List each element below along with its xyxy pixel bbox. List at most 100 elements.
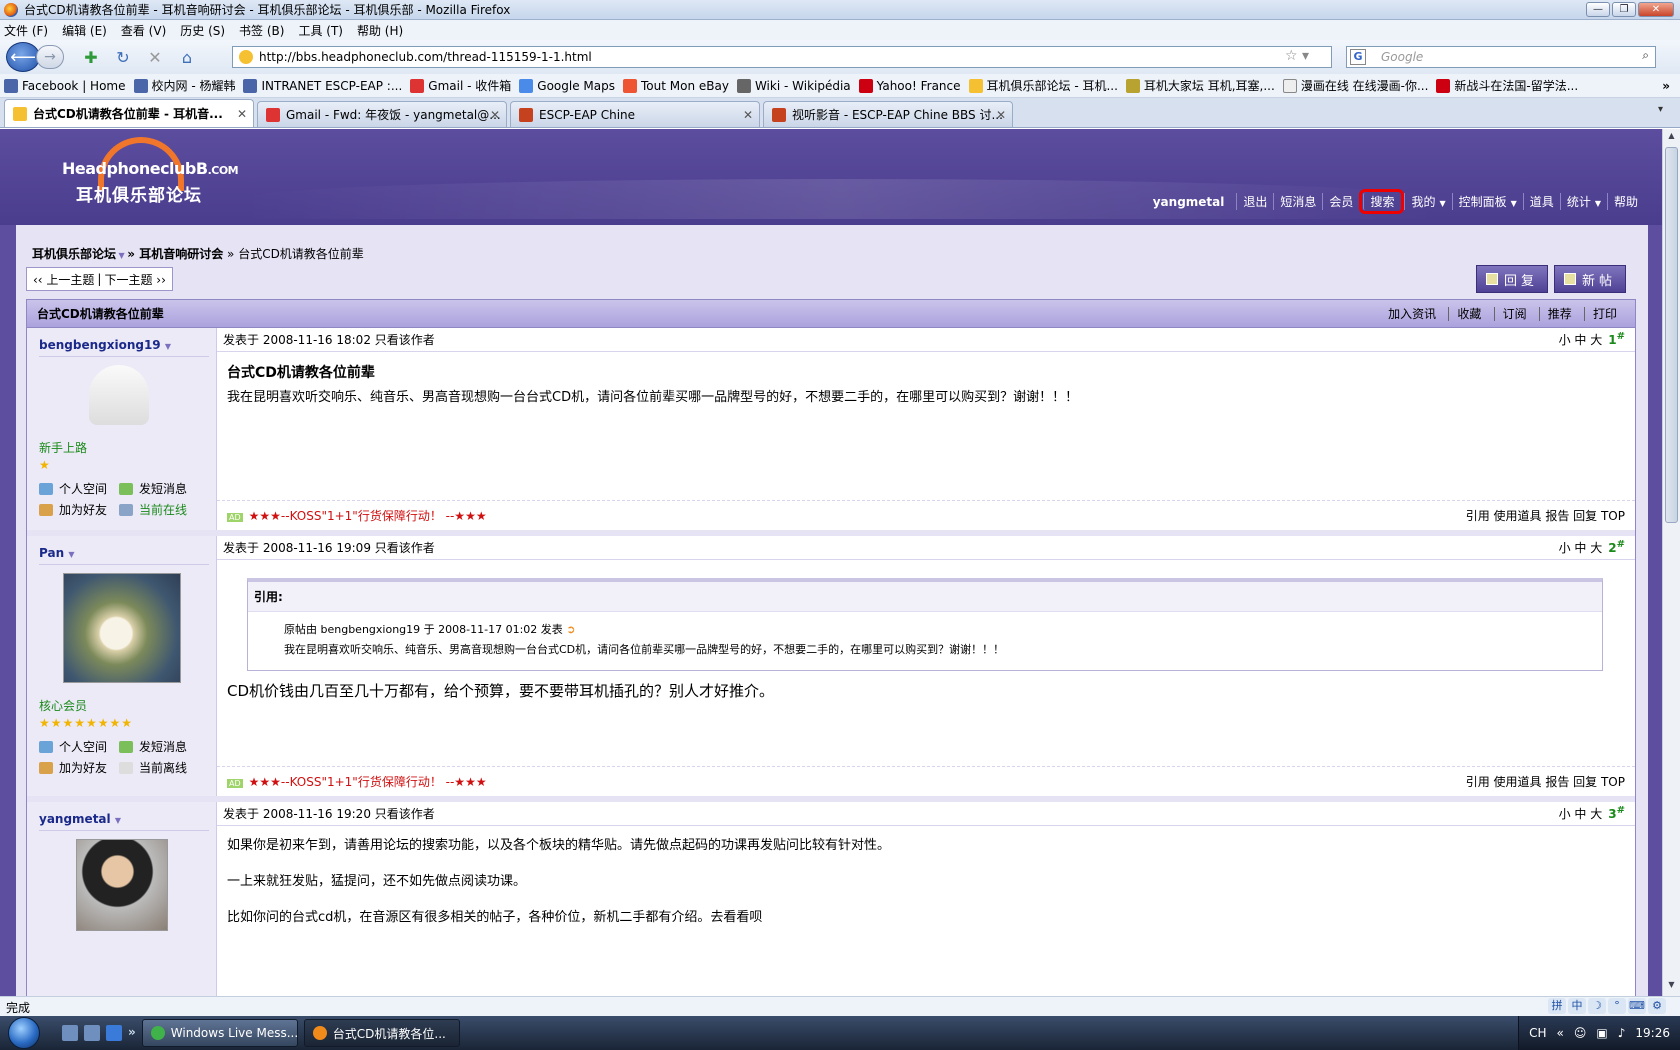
ime-keyboard-icon[interactable]: ⌨ (1628, 998, 1646, 1014)
close-tab-icon[interactable]: ✕ (743, 108, 753, 122)
control-panel-menu[interactable]: 控制面板 ▼ (1451, 193, 1523, 210)
ie-icon[interactable] (106, 1025, 122, 1041)
quick-launch-overflow-icon[interactable]: » (128, 1025, 136, 1041)
bookmark-star-icon[interactable]: ☆ ▾ (1285, 48, 1309, 64)
ad-link[interactable]: AD ★★★--KOSS"1+1"行货保障行动！ --★★★ (227, 773, 487, 790)
ime-moon-icon[interactable]: ☽ (1588, 998, 1606, 1014)
ime-punct-icon[interactable]: ° (1608, 998, 1626, 1014)
start-button[interactable] (0, 1016, 48, 1050)
reply-button[interactable]: 回复 (1476, 265, 1548, 293)
current-user[interactable]: yangmetal (1153, 195, 1225, 209)
messenger-tray-icon[interactable]: ☺ (1574, 1026, 1587, 1040)
tab-escp[interactable]: ESCP-EAP Chine ✕ (510, 101, 760, 127)
tab-escp-bbs[interactable]: 视听影音 - ESCP-EAP Chine BBS 讨... ✕ (763, 101, 1013, 127)
switch-windows-icon[interactable] (84, 1025, 100, 1041)
menu-edit[interactable]: 编辑 (E) (62, 22, 107, 39)
post-actions[interactable]: 引用 使用道具 报告 回复 TOP (1466, 773, 1625, 790)
subscribe-link[interactable]: 订阅 (1493, 307, 1535, 321)
logout-link[interactable]: 退出 (1236, 193, 1273, 210)
add-friend-link[interactable]: 加为好友 (39, 759, 119, 776)
scroll-down-icon[interactable]: ▼ (1665, 980, 1678, 994)
personal-space-link[interactable]: 个人空间 (39, 738, 119, 755)
ime-chinese-icon[interactable]: 中 (1568, 998, 1586, 1014)
bookmark-yahoo[interactable]: Yahoo! France (858, 78, 961, 93)
close-window-button[interactable]: ✕ (1638, 2, 1674, 17)
ime-settings-icon[interactable]: ⚙ (1648, 998, 1666, 1014)
bookmark-facebook[interactable]: Facebook | Home (4, 78, 126, 93)
back-button[interactable]: ⟵ (6, 42, 40, 72)
scrollbar-thumb[interactable] (1665, 147, 1678, 523)
send-message-link[interactable]: 发短消息 (119, 480, 199, 497)
list-all-tabs-icon[interactable]: ▾ (1658, 104, 1674, 122)
recommend-link[interactable]: 推荐 (1538, 307, 1580, 321)
home-icon[interactable]: ⌂ (176, 46, 198, 68)
close-tab-icon[interactable]: ✕ (996, 108, 1006, 122)
tools-link[interactable]: 道具 (1522, 193, 1560, 210)
only-author-link[interactable]: 只看该作者 (375, 805, 435, 822)
forward-button[interactable]: → (36, 45, 64, 69)
print-link[interactable]: 打印 (1583, 307, 1625, 321)
new-post-button[interactable]: 新帖 (1554, 265, 1626, 293)
font-size-links[interactable]: 小 中 大 (1559, 539, 1603, 556)
author-name[interactable]: bengbengxiong19 ▼ (39, 338, 209, 357)
help-link[interactable]: 帮助 (1606, 193, 1644, 210)
bookmarks-overflow-icon[interactable]: » (1662, 79, 1670, 93)
bookmark-intranet[interactable]: INTRANET ESCP-EAP :... (243, 78, 402, 93)
google-icon[interactable]: G (1350, 49, 1366, 65)
menu-tools[interactable]: 工具 (T) (298, 22, 343, 39)
search-input[interactable]: G Google ⌕ (1346, 46, 1656, 68)
bookmark-headphoneclub[interactable]: 耳机俱乐部论坛 - 耳机... (968, 77, 1118, 94)
tab-gmail[interactable]: Gmail - Fwd: 年夜饭 - yangmetal@... ✕ (257, 101, 507, 127)
stop-icon[interactable]: ✕ (144, 46, 166, 68)
bookmark-erji-dajia[interactable]: 耳机大家坛 耳机,耳塞,... (1125, 77, 1275, 94)
font-size-links[interactable]: 小 中 大 (1559, 331, 1603, 348)
favorite-link[interactable]: 收藏 (1448, 307, 1490, 321)
vertical-scrollbar[interactable]: ▲ ▼ (1662, 129, 1680, 996)
task-firefox[interactable]: 台式CD机请教各位... (303, 1019, 460, 1047)
new-tab-icon[interactable]: ✚ (80, 46, 102, 68)
menu-history[interactable]: 历史 (S) (180, 22, 225, 39)
goto-post-icon[interactable]: ➲ (566, 623, 575, 636)
menu-bookmarks[interactable]: 书签 (B) (239, 22, 284, 39)
close-tab-icon[interactable]: ✕ (490, 108, 500, 122)
user-avatar[interactable] (75, 839, 168, 931)
menu-view[interactable]: 查看 (V) (121, 22, 166, 39)
next-thread-link[interactable]: 下一主题 ›› (104, 271, 165, 288)
breadcrumb-board[interactable]: » 耳机音响研讨会 (127, 247, 223, 261)
add-friend-link[interactable]: 加为好友 (39, 501, 119, 518)
only-author-link[interactable]: 只看该作者 (375, 539, 435, 556)
menu-file[interactable]: 文件 (F) (4, 22, 48, 39)
tray-expand-icon[interactable]: « (1557, 1026, 1564, 1040)
volume-icon[interactable]: ♪ (1618, 1026, 1626, 1040)
send-message-link[interactable]: 发短消息 (119, 738, 199, 755)
bookmark-manhua[interactable]: 漫画在线 在线漫画-你... (1282, 77, 1428, 94)
author-name[interactable]: Pan ▼ (39, 546, 209, 565)
search-link[interactable]: 搜索 (1359, 189, 1405, 214)
breadcrumb-forum[interactable]: 耳机俱乐部论坛 (32, 247, 116, 261)
maximize-button[interactable]: ❐ (1612, 2, 1636, 17)
language-indicator[interactable]: CH (1529, 1026, 1546, 1040)
post-actions[interactable]: 引用 使用道具 报告 回复 TOP (1466, 507, 1625, 524)
clock[interactable]: 19:26 (1635, 1026, 1670, 1040)
url-bar[interactable]: http://bbs.headphoneclub.com/thread-1151… (232, 46, 1332, 68)
ad-link[interactable]: AD ★★★--KOSS"1+1"行货保障行动！ --★★★ (227, 507, 487, 524)
bookmark-xiaonei[interactable]: 校内网 - 杨耀韩 (133, 77, 235, 94)
site-logo[interactable]: HeadphoneclubB.COM 耳机俱乐部论坛 (58, 135, 239, 207)
bookmark-liuxue[interactable]: 新战斗在法国-留学法... (1436, 77, 1578, 94)
font-size-links[interactable]: 小 中 大 (1559, 805, 1603, 822)
author-name[interactable]: yangmetal ▼ (39, 812, 209, 831)
bookmark-gmail[interactable]: Gmail - 收件箱 (410, 77, 511, 94)
show-desktop-icon[interactable] (62, 1025, 78, 1041)
bookmark-ebay[interactable]: Tout Mon eBay (623, 78, 729, 93)
menu-help[interactable]: 帮助 (H) (357, 22, 403, 39)
stats-menu[interactable]: 统计 ▼ (1559, 193, 1607, 210)
tab-thread[interactable]: 台式CD机请教各位前辈 - 耳机音... ✕ (4, 99, 254, 127)
bookmark-google-maps[interactable]: Google Maps (519, 78, 615, 93)
my-menu[interactable]: 我的 ▼ (1404, 193, 1451, 210)
user-avatar[interactable] (62, 573, 181, 683)
minimize-button[interactable]: — (1586, 2, 1610, 17)
search-icon[interactable]: ⌕ (1642, 48, 1649, 63)
personal-space-link[interactable]: 个人空间 (39, 480, 119, 497)
task-live-messenger[interactable]: Windows Live Mess... (141, 1019, 298, 1047)
ime-logo-icon[interactable]: 拼 (1548, 998, 1566, 1014)
